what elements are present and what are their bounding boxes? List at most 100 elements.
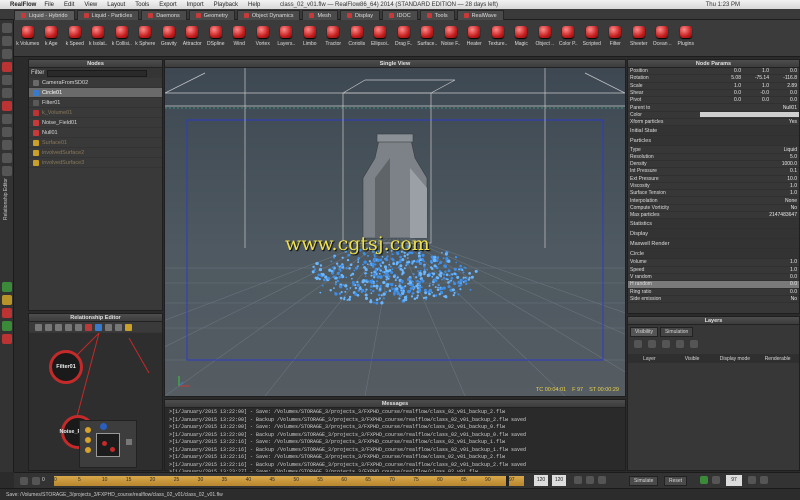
param-section[interactable]: Statistics [628,219,799,230]
reset-button[interactable]: Reset [664,476,688,486]
menu-file[interactable]: File [44,2,54,8]
stop-tool-icon[interactable] [2,334,12,344]
node-item[interactable]: Circle01 [29,88,162,98]
move-tool-icon[interactable] [2,36,12,46]
sim-step-icon[interactable] [712,476,720,484]
exclusive-icon[interactable] [55,323,62,331]
param-value[interactable]: 5.08 [717,75,741,81]
emitter-icon[interactable] [95,323,102,331]
param-section[interactable]: Display [628,229,799,240]
param-value[interactable]: -0.0 [745,90,769,96]
tool-scripted[interactable]: Scripted [580,20,604,57]
param-row[interactable]: Rotation 5.08 -75.14 -116.8 [628,75,799,83]
tool-heater[interactable]: Heater [463,20,487,57]
param-row[interactable]: Viscosity 1.0 [628,183,799,191]
filter-input[interactable] [47,69,148,77]
tool-dspline[interactable]: DSpline [204,20,228,57]
script-tool-icon[interactable] [2,295,12,305]
col-renderable[interactable]: Renderable [756,356,799,362]
layer-up-icon[interactable] [662,339,670,348]
menu-layout[interactable]: Layout [107,2,125,8]
relationship-node-filter[interactable]: Filter01 [49,350,83,384]
tool-texture[interactable]: Texture.. [486,20,510,57]
node-item[interactable]: Filter01 [29,98,162,108]
node-item[interactable]: Noise_Field01 [29,118,162,128]
param-value[interactable]: None [773,198,797,204]
layer-options-icon[interactable] [690,339,698,348]
message-log[interactable]: >[1/January/2015 13:22:00] - Save: /Volu… [165,408,625,478]
param-value[interactable]: 1.0 [773,267,797,273]
param-row[interactable]: Side emission No [628,296,799,304]
param-row[interactable]: Density 1000.0 [628,161,799,169]
param-row[interactable]: Compute Vorticity No [628,205,799,213]
tool-k-speed[interactable]: k Speed [63,20,87,57]
daemon-icon[interactable] [85,323,92,331]
tool-ocean[interactable]: Ocean .. [651,20,675,57]
node-item[interactable]: Null01 [29,128,162,138]
layer-down-icon[interactable] [676,339,684,348]
object-icon[interactable] [105,323,112,331]
param-value[interactable] [773,112,797,117]
param-row[interactable]: Color [628,112,799,120]
param-value[interactable]: No [773,296,797,302]
param-value[interactable]: -75.14 [745,75,769,81]
param-value[interactable]: 0.0 [773,289,797,295]
param-row[interactable]: Max particles 2147483647 [628,212,799,220]
play-back-icon[interactable] [574,476,582,484]
view-icon[interactable] [65,323,72,331]
param-value[interactable]: 1.0 [773,183,797,189]
3d-viewport[interactable]: www.cgtsj.com TC 00:04:01 F 97 ST 00:00:… [165,68,625,396]
remove-layer-icon[interactable] [648,339,656,348]
tool-k-age[interactable]: k Age [40,20,64,57]
param-value[interactable]: 0.0 [717,68,741,74]
record-tool-icon[interactable] [2,308,12,318]
tool-k-isolat[interactable]: k Isolat.. [87,20,111,57]
menu-tools[interactable]: Tools [135,2,149,8]
tool-sheeter[interactable]: Sheeter [627,20,651,57]
timeline-playhead[interactable] [506,476,509,486]
tool-color-p[interactable]: Color P.. [557,20,581,57]
param-row[interactable]: H random 0.0 [628,281,799,289]
param-section[interactable]: Maxwell Render [628,239,799,250]
eye-tool-icon[interactable] [2,127,12,137]
param-value[interactable]: 0.0 [773,68,797,74]
link-icon[interactable] [35,323,42,331]
node-item[interactable]: k_Volume01 [29,108,162,118]
param-value[interactable]: 0.1 [773,168,797,174]
col-visible[interactable]: Visible [671,356,714,362]
menu-playback[interactable]: Playback [214,2,238,8]
camera-tool-icon[interactable] [2,75,12,85]
param-row[interactable]: Scale 1.0 1.0 2.89 [628,83,799,90]
tab-display[interactable]: Display [339,10,380,20]
param-value[interactable]: 1000.0 [773,161,797,167]
param-value[interactable]: 1.0 [745,68,769,74]
menu-view[interactable]: View [84,2,97,8]
tab-liquid-hybrido[interactable]: Liquid - Hybrido [14,10,75,20]
param-value[interactable]: 1.0 [773,190,797,196]
frame-next-icon[interactable] [760,476,768,484]
tool-drag-f[interactable]: Drag F.. [392,20,416,57]
menu-edit[interactable]: Edit [64,2,74,8]
stop-icon[interactable] [586,476,594,484]
param-row[interactable]: Pivot 0.0 0.0 0.0 [628,97,799,105]
tab-mesh[interactable]: Mesh [302,10,338,20]
simulate-dropdown[interactable]: Simulate [629,476,659,486]
tab-geometry[interactable]: Geometry [188,10,235,20]
param-row[interactable]: Volume 1.0 [628,259,799,267]
play-icon[interactable] [598,476,606,484]
param-value[interactable]: 0.0 [773,97,797,103]
param-row[interactable]: Shear 0.0 -0.0 0.0 [628,90,799,98]
select-tool-icon[interactable] [2,23,12,33]
param-value[interactable]: No [773,205,797,211]
tool-filter[interactable]: Filter [604,20,628,57]
tool-magic[interactable]: Magic [510,20,534,57]
param-value[interactable]: 10.0 [773,176,797,182]
tool-plugins[interactable]: Plugins [674,20,698,57]
relationship-canvas[interactable]: Filter01 Noise_Field01 [29,333,162,470]
param-value[interactable]: 0.0 [717,97,741,103]
timeline-start-icon[interactable] [20,477,28,485]
tab-visibility[interactable]: Visibility [630,327,658,337]
param-row[interactable]: Position 0.0 1.0 0.0 [628,68,799,76]
frame-prev-icon[interactable] [748,476,756,484]
param-value[interactable]: 0.0 [773,274,797,280]
